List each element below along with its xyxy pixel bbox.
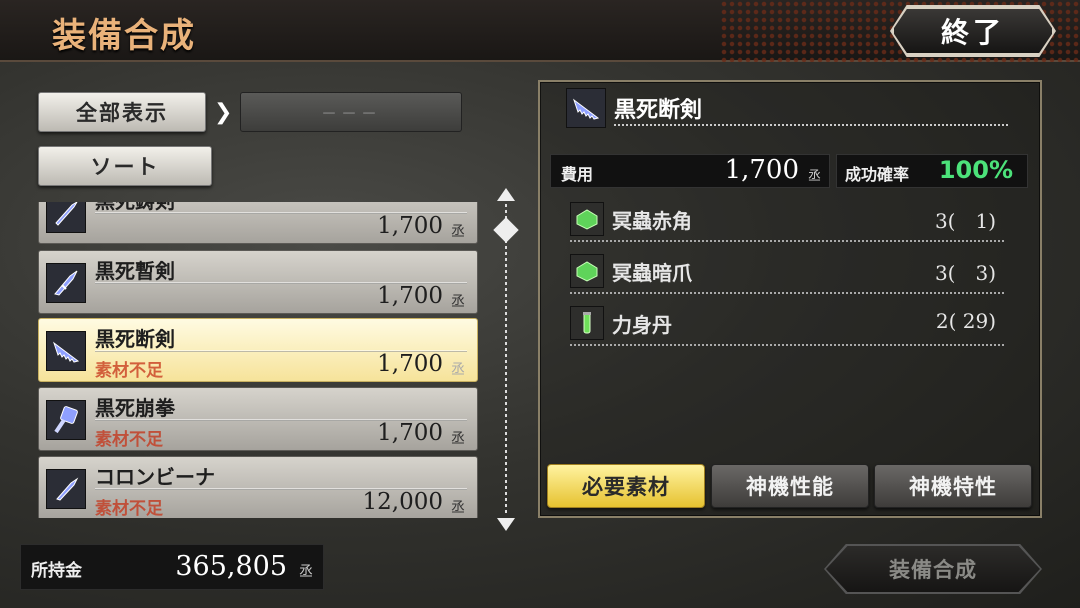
- serrated-sword-icon: [46, 331, 86, 371]
- currency-unit: 丞: [451, 500, 465, 516]
- currency-unit: 丞: [807, 169, 821, 184]
- success-rate-value: 100%: [938, 156, 1013, 184]
- equipment-list[interactable]: 黒死鋳剣 1,700 丞 黒死暫剣 1,700 丞 黒死断剣 素材不足 1,70…: [36, 202, 482, 518]
- potion-icon: [570, 306, 604, 340]
- divider: [570, 240, 1004, 242]
- list-item[interactable]: 黒死鋳剣 1,700 丞: [38, 202, 478, 244]
- material-row: 力身丹 2( 29): [570, 306, 1004, 346]
- material-row: 冥蟲赤角 3( 1): [570, 202, 1004, 242]
- synthesize-button[interactable]: 装備合成: [826, 546, 1040, 592]
- item-name: 黒死暫剣: [95, 259, 175, 283]
- cost-value: 1,700: [724, 155, 799, 185]
- list-item-selected[interactable]: 黒死断剣 素材不足 1,700 丞: [38, 318, 478, 382]
- money-value: 365,805: [175, 551, 287, 582]
- scrollbar-thumb[interactable]: [493, 217, 519, 243]
- detail-panel: [538, 80, 1042, 518]
- tab-required-materials[interactable]: 必要素材: [547, 464, 705, 508]
- scrollbar-track[interactable]: [505, 204, 507, 516]
- item-name: 黒死断剣: [95, 327, 175, 351]
- currency-unit: 丞: [451, 224, 465, 240]
- sort-button[interactable]: ソート: [38, 146, 212, 186]
- scroll-down-arrow-icon[interactable]: [497, 518, 515, 531]
- material-name: 冥蟲暗爪: [612, 261, 692, 285]
- divider: [614, 124, 1010, 126]
- material-quantity: 3( 3): [934, 261, 996, 285]
- material-name: 力身丹: [612, 313, 672, 337]
- success-rate-label: 成功確率: [845, 165, 910, 184]
- fist-weapon-icon: [46, 400, 86, 440]
- green-gem-icon: [570, 254, 604, 288]
- material-quantity: 2( 29): [935, 309, 996, 333]
- tab-machine-performance[interactable]: 神機性能: [711, 464, 869, 508]
- material-name: 冥蟲赤角: [612, 209, 692, 233]
- success-rate-box: 成功確率 100%: [836, 154, 1028, 188]
- currency-unit: 丞: [451, 362, 465, 378]
- sub-filter-dropdown[interactable]: －－－: [240, 92, 462, 132]
- material-quantity: 3( 1): [934, 209, 996, 233]
- scroll-up-arrow-icon[interactable]: [497, 188, 515, 201]
- item-price: 1,700: [377, 420, 443, 446]
- item-name: コロンビーナ: [95, 465, 215, 489]
- list-item[interactable]: 黒死暫剣 1,700 丞: [38, 250, 478, 314]
- chevron-right-icon: ❯: [214, 100, 233, 125]
- list-item[interactable]: コロンビーナ 素材不足 12,000 丞: [38, 456, 478, 518]
- currency-unit: 丞: [451, 294, 465, 310]
- item-warning: 素材不足: [95, 361, 163, 381]
- item-warning: 素材不足: [95, 499, 163, 518]
- divider: [570, 292, 1004, 294]
- item-warning: 素材不足: [95, 430, 163, 450]
- detail-item-name: 黒死断剣: [614, 98, 703, 123]
- serrated-sword-icon: [566, 88, 606, 128]
- money-panel: 所持金 365,805 丞: [20, 544, 324, 590]
- show-all-button[interactable]: 全部表示: [38, 92, 206, 132]
- list-item[interactable]: 黒死崩拳 素材不足 1,700 丞: [38, 387, 478, 451]
- tab-machine-traits[interactable]: 神機特性: [874, 464, 1032, 508]
- end-button[interactable]: 終了: [892, 7, 1054, 55]
- currency-unit: 丞: [451, 431, 465, 447]
- sword-icon: [46, 263, 86, 303]
- item-price: 1,700: [377, 213, 443, 239]
- sword-icon: [46, 202, 86, 233]
- item-name: 黒死崩拳: [95, 396, 175, 420]
- sword-icon: [46, 469, 86, 509]
- item-price: 12,000: [362, 489, 443, 515]
- green-gem-icon: [570, 202, 604, 236]
- cost-label: 費用: [561, 165, 594, 184]
- page-title: 装備合成: [52, 16, 196, 56]
- currency-unit: 丞: [299, 564, 313, 580]
- divider: [570, 344, 1004, 346]
- cost-box: 費用 1,700 丞: [550, 154, 830, 188]
- money-label: 所持金: [31, 561, 82, 581]
- item-price: 1,700: [377, 351, 443, 377]
- item-price: 1,700: [377, 283, 443, 309]
- material-row: 冥蟲暗爪 3( 3): [570, 254, 1004, 294]
